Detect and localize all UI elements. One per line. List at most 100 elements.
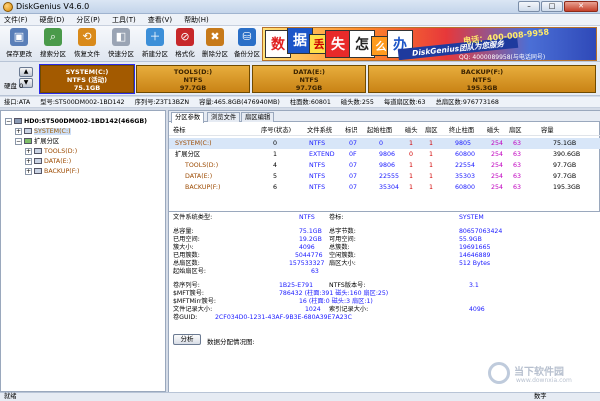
delete-partition-button[interactable]: ✖ 删除分区 [200,28,230,60]
menu-tools[interactable]: 工具(T) [112,15,136,25]
free-space-label: 可用空间: [329,236,356,243]
total-bytes-label: 总字节数: [329,228,356,235]
partition-block-system[interactable]: SYSTEM(C:) NTFS (活动) 75.1GB [39,64,135,94]
table-row[interactable]: DATA(E:) 5 NTFS 07 22555 1 1 35303 254 63 97.7GB [169,171,600,182]
menu-help[interactable]: 帮助(H) [184,15,209,25]
index-record-size-label: 索引记录大小: [329,306,369,313]
new-partition-label: 新建分区 [142,50,168,58]
format-icon: ⊘ [176,28,194,46]
partition-fs: NTFS [472,76,492,84]
window-title: DiskGenius V4.6.0 [16,2,90,11]
analyze-button[interactable]: 分析 [173,334,201,345]
total-clusters-value: 19691665 [459,244,491,251]
col-end-head: 磁头 [487,127,500,134]
partition-block-tools[interactable]: TOOLS(D:) NTFS 97.7GB [136,65,250,93]
cell-cap: 195.3GB [553,184,581,191]
collapse-icon[interactable]: − [15,137,22,145]
total-capacity-label: 总容量: [173,228,194,235]
sector-size-value: 512 Bytes [459,260,491,267]
tree-item-extended[interactable]: − 扩展分区 [15,137,59,146]
backup-partition-label: 备份分区 [234,50,260,58]
new-partition-button[interactable]: ＋ 新建分区 [140,28,170,60]
save-changes-button[interactable]: ▣ 保存更改 [4,28,34,60]
cell-ss: 1 [429,162,434,169]
expand-icon[interactable]: + [25,147,32,155]
disk-sectors-per-track: 每道扇区数:63 [383,99,426,106]
format-button[interactable]: ⊘ 格式化 [170,28,200,60]
title-bar: DiskGenius V4.6.0 – □ ✕ [0,0,600,14]
expand-icon[interactable]: + [15,127,22,135]
cell-id: 07 [349,184,358,191]
partition-icon [34,168,42,174]
cluster-size-label: 簇大小: [173,244,194,251]
tree-item-tools[interactable]: + TOOLS(D:) [25,147,77,156]
table-row[interactable]: BACKUP(F:) 6 NTFS 07 35304 1 1 60800 254 63 195.3G… [169,182,600,193]
col-seq: 序号(状态) [261,127,292,134]
disk-label: 硬盘 0 [4,82,24,90]
recover-files-button[interactable]: ⟲ 恢复文件 [72,28,102,60]
tree-item-system[interactable]: + SYSTEM(C:) [15,127,71,136]
free-space-value: 55.9GB [459,236,482,243]
cell-id: 0F [349,151,357,158]
close-button[interactable]: ✕ [564,1,598,12]
hard-disk-icon [14,118,22,124]
disk-info-line: 接口:ATA 型号:ST500DM002-1BD142 序列号:Z3T13BZN… [0,97,600,108]
cell-ec: 9805 [455,140,472,147]
tab-partition-params[interactable]: 分区参数 [171,112,205,123]
partition-name: SYSTEM(C:) [65,68,109,76]
new-partition-icon: ＋ [146,28,164,46]
disk-cylinders: 柱面数:60801 [289,99,331,106]
partition-fs: NTFS [299,76,319,84]
table-row[interactable]: 扩展分区 1 EXTEND 0F 9806 0 1 60800 254 63 390.6GB [169,149,600,160]
minimize-button[interactable]: – [518,1,540,12]
partition-block-backup[interactable]: BACKUP(F:) NTFS 195.3GB [368,65,596,93]
cell-eh: 254 [491,184,504,191]
previous-disk-button[interactable]: ▲ [19,67,33,77]
expand-icon[interactable]: + [25,167,32,175]
ad-char: 失 [325,30,351,58]
cell-sh: 1 [409,184,414,191]
partition-icon [34,148,42,154]
tab-browse-files[interactable]: 浏览文件 [207,112,241,122]
ad-banner[interactable]: 数 据 丢 失 怎 么 办 DiskGenius团队为您服务 电话：400-00… [262,27,597,61]
search-partition-button[interactable]: ⌕ 搜索分区 [38,28,68,60]
table-row[interactable]: SYSTEM(C:) 0 NTFS 07 0 1 1 9805 254 63 75.1GB [169,138,600,149]
used-space-value: 19.2GB [299,236,322,243]
mftmirr-cluster-value: 16 (柱面:0 磁头:3 扇区:1) [299,298,373,305]
quick-partition-label: 快速分区 [108,50,134,58]
menu-disk[interactable]: 硬盘(D) [40,15,65,25]
tree-item-data[interactable]: + DATA(E:) [25,157,71,166]
quick-partition-button[interactable]: ◧ 快速分区 [106,28,136,60]
start-sector-label: 起始扇区号: [173,268,207,275]
tab-strip: 分区参数 浏览文件 扇区编辑 [169,111,600,123]
partition-icon [34,158,42,164]
tab-sector-editor[interactable]: 扇区编辑 [241,112,275,122]
col-end-cyl: 终止柱面 [449,127,475,134]
table-row[interactable]: TOOLS(D:) 4 NTFS 07 9806 1 1 22554 254 63 97.7GB [169,160,600,171]
menu-file[interactable]: 文件(F) [4,15,28,25]
search-icon: ⌕ [44,28,62,46]
cell-ec: 22554 [455,162,476,169]
partition-size: 195.3GB [466,84,498,92]
volume-guid-label: 卷GUID: [173,314,198,321]
col-start-head: 磁头 [405,127,418,134]
menu-view[interactable]: 查看(V) [148,15,172,25]
backup-partition-button[interactable]: ⛁ 备份分区 [232,28,262,60]
fs-type-label: 文件系统类型: [173,214,213,221]
cell-ss: 1 [429,140,434,147]
col-fs: 文件系统 [307,127,333,134]
cell-seq: 1 [273,151,278,158]
cell-sh: 1 [409,140,414,147]
partition-name: DATA(E:) [293,68,325,76]
menu-partition[interactable]: 分区(P) [76,15,100,25]
partition-block-data[interactable]: DATA(E:) NTFS 97.7GB [252,65,366,93]
maximize-button[interactable]: □ [541,1,563,12]
partition-name: BACKUP(F:) [460,68,504,76]
col-capacity: 容量 [541,127,554,134]
tree-item-backup[interactable]: + BACKUP(F:) [25,167,79,176]
extended-partition-icon [24,138,32,144]
tree-disk-node[interactable]: − HD0:ST500DM002-1BD142(466GB) [5,117,147,126]
expand-icon[interactable]: + [25,157,32,165]
file-record-size-value: 1024 [305,306,321,313]
collapse-icon[interactable]: − [5,117,12,125]
